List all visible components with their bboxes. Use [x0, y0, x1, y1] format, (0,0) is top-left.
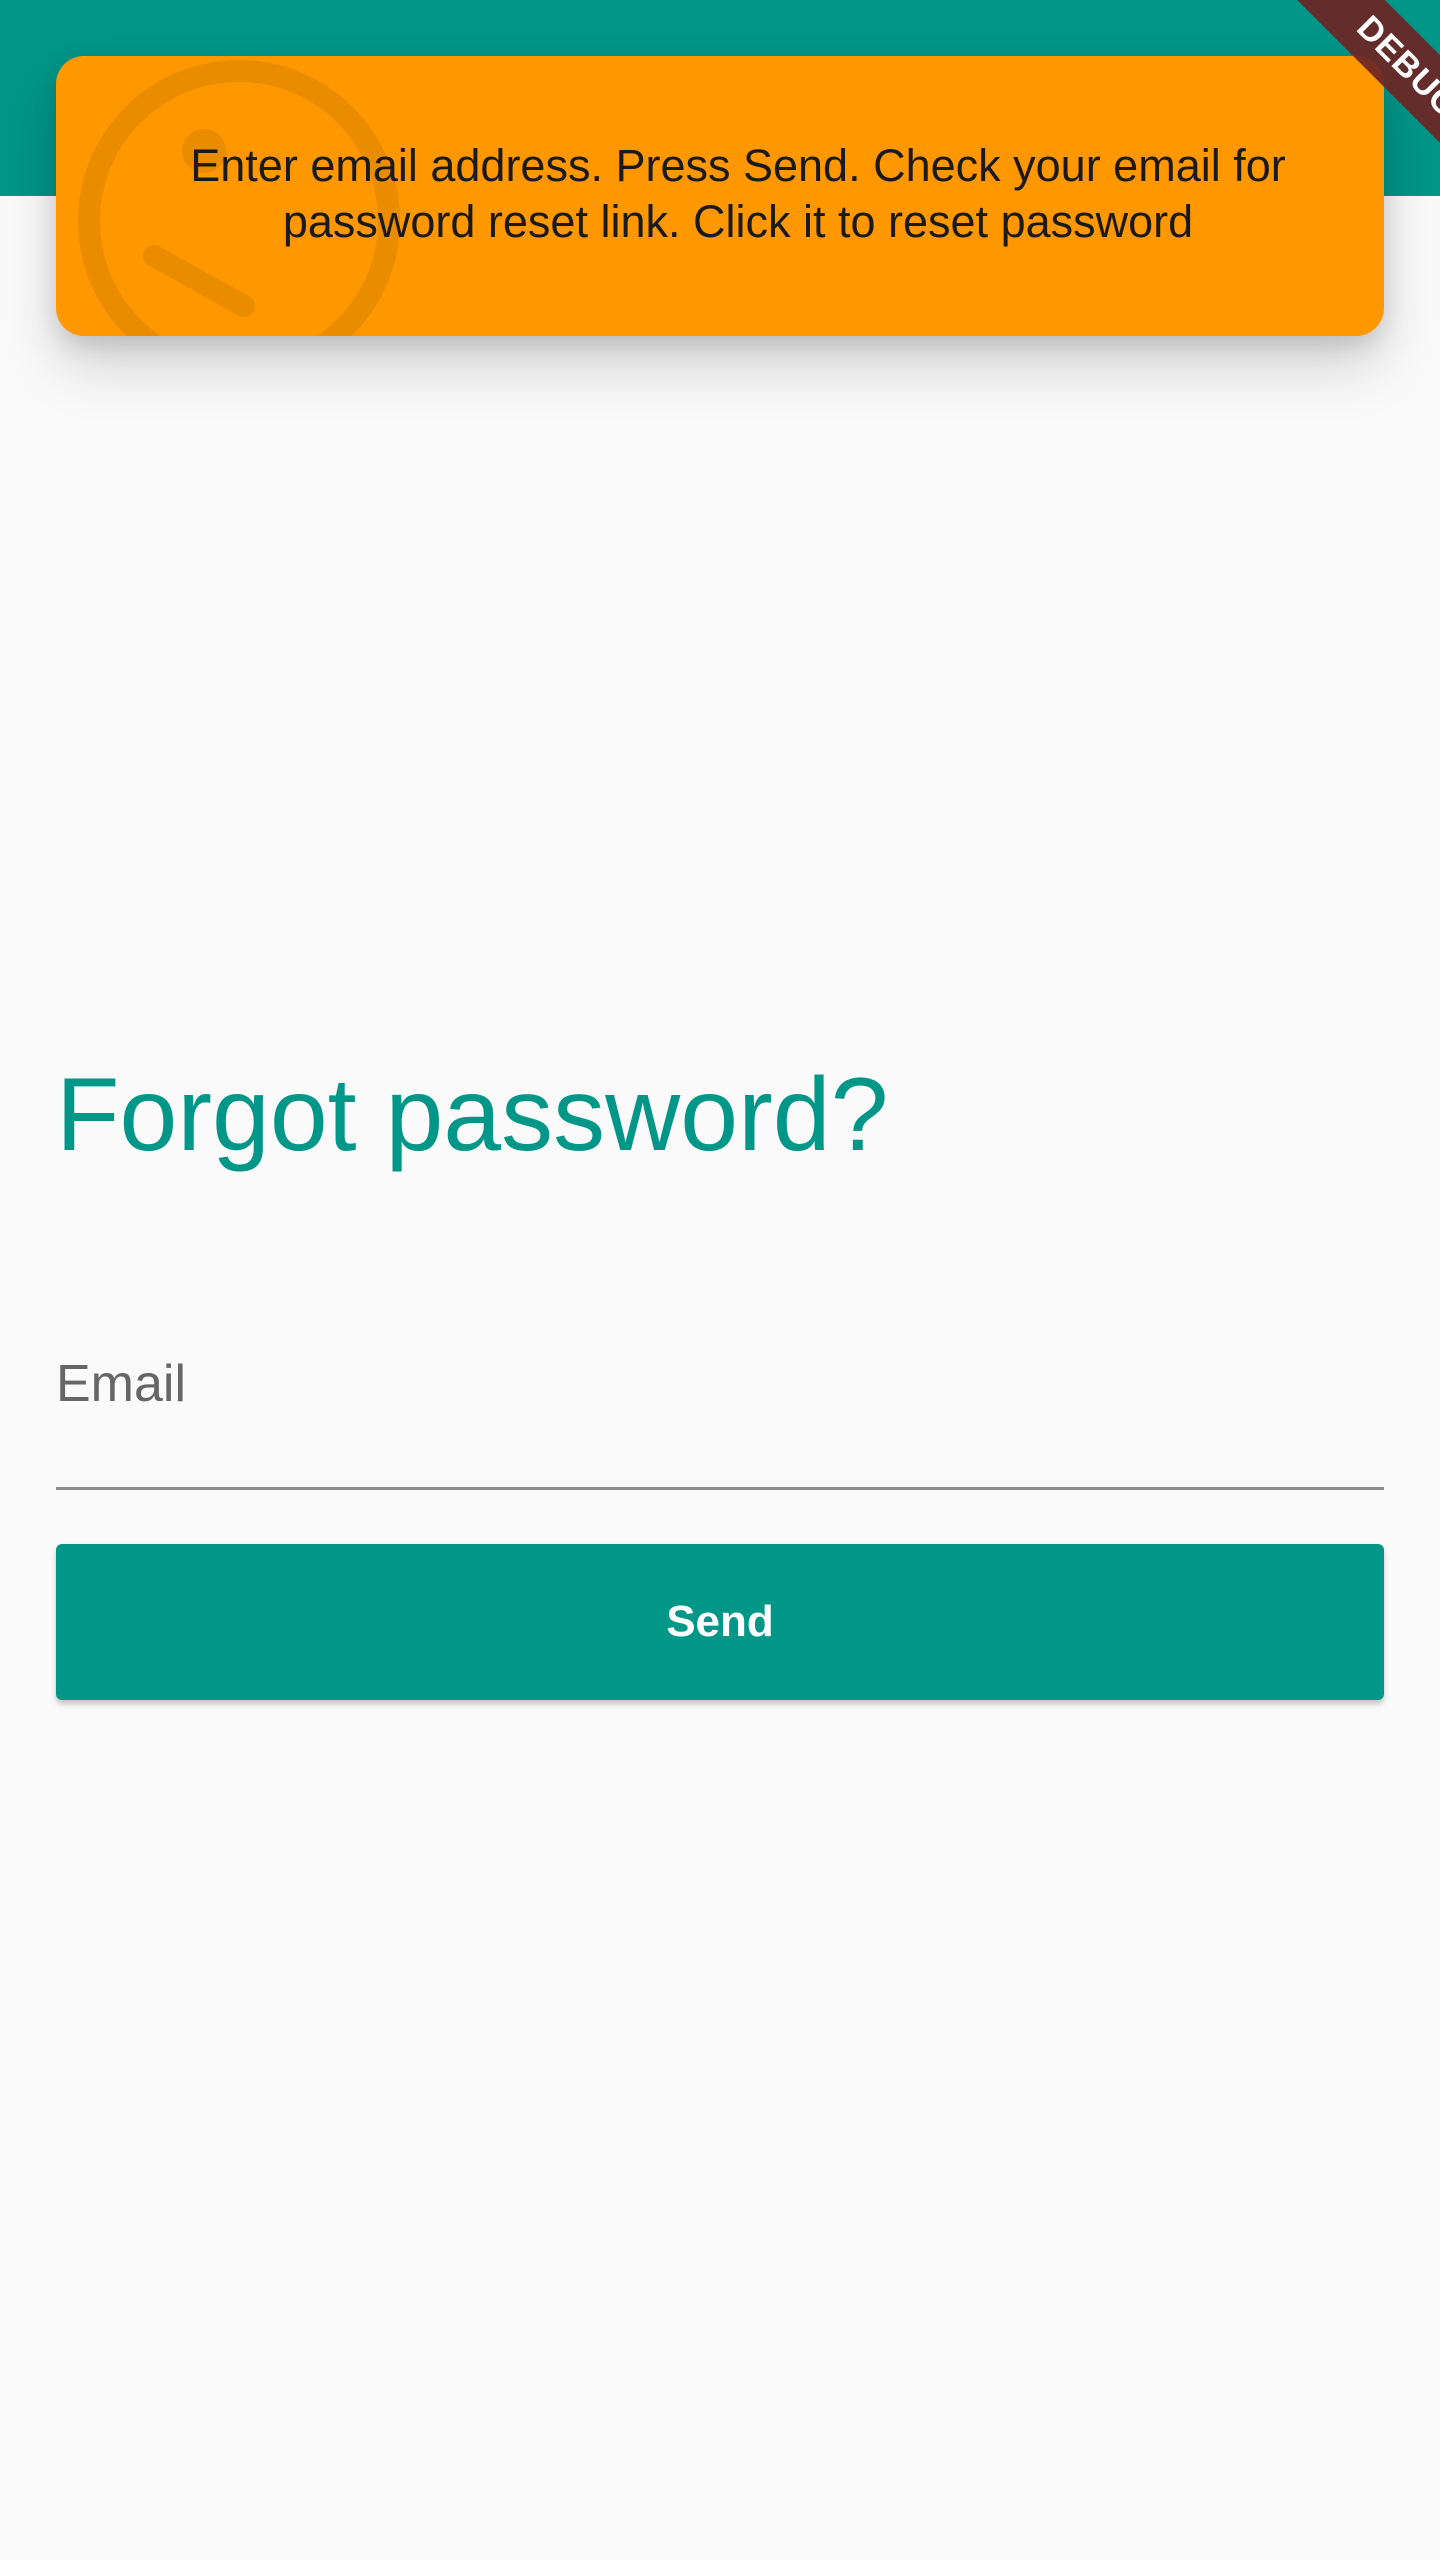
email-underline [56, 1487, 1384, 1490]
snackbar-message: Enter email address. Press Send. Check y… [190, 140, 1286, 247]
send-button[interactable]: Send [56, 1544, 1384, 1700]
email-field[interactable] [56, 1320, 1384, 1490]
page-title: Forgot password? [56, 1057, 889, 1173]
info-snackbar: Enter email address. Press Send. Check y… [56, 56, 1384, 336]
email-input[interactable] [56, 1320, 1384, 1486]
